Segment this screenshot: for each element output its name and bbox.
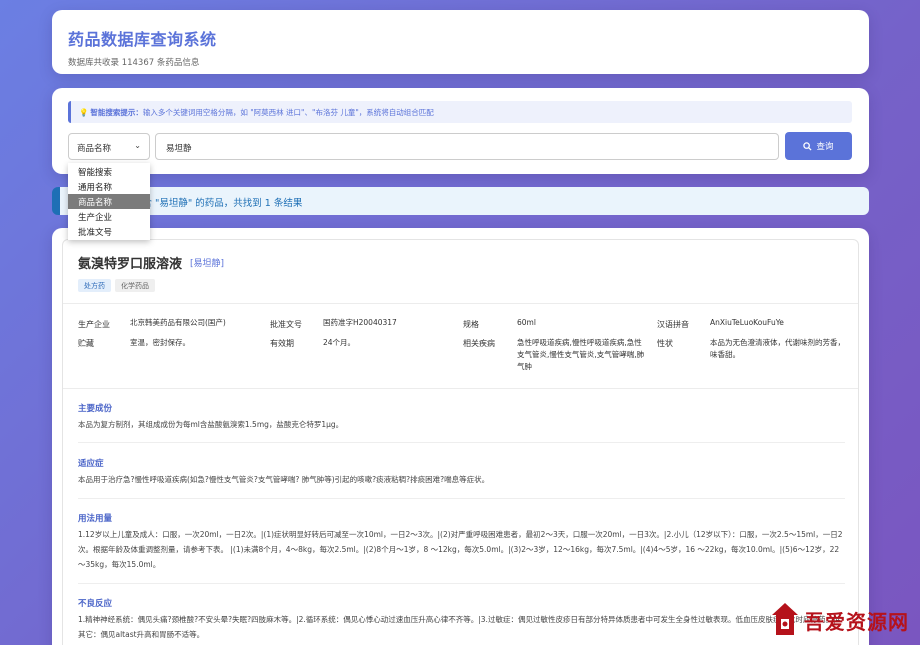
storage-value: 室温，密封保存。	[130, 338, 190, 347]
dropdown-option[interactable]: 批准文号	[68, 224, 150, 239]
tip-text: 输入多个关键词用空格分隔，如 "阿莫西林 进口"、"布洛芬 儿童"，系统将自动组…	[142, 108, 434, 117]
divider	[78, 442, 845, 443]
tip-label: 智能搜索提示：	[90, 108, 143, 117]
divider	[78, 498, 845, 499]
section-title-dosage: 用法用量	[78, 514, 113, 524]
divider	[78, 583, 845, 584]
search-input-value: 易坦静	[166, 144, 192, 154]
database-count: 数据库共收录 114367 条药品信息	[68, 58, 200, 68]
storage-label: 贮藏	[78, 339, 94, 348]
spec-label: 规格	[463, 320, 479, 329]
approval-label: 批准文号	[270, 320, 302, 329]
dropdown-option[interactable]: 生产企业	[68, 209, 150, 224]
watermark-house-icon	[772, 602, 798, 635]
section-title-ingredients: 主要成份	[78, 404, 113, 414]
spec-value: 60ml	[517, 318, 536, 327]
drug-detail-card: 氨溴特罗口服溶液 [易坦静] 处方药 化学药品 生产企业 北京韩美药品有限公司(…	[52, 228, 869, 645]
search-icon	[803, 141, 813, 151]
dropdown-option-selected[interactable]: 商品名称	[68, 194, 150, 209]
search-button-label: 查询	[816, 142, 834, 152]
dropdown-option[interactable]: 智能搜索	[68, 164, 150, 179]
watermark-logo: 吾爱资源网	[770, 596, 920, 645]
dropdown-option[interactable]: 通用名称	[68, 179, 150, 194]
tag-category: 化学药品	[115, 279, 155, 292]
section-text-adverse: 1.精神神经系统：偶见头痛?颈椎酸?不安头晕?失眠?四肢麻木等。|2.循环系统：…	[78, 615, 843, 639]
section-text-indications: 本品用于治疗急?慢性呼吸道疾病(如急?慢性支气管炎?支气管哮喘? 肺气肿等)引起…	[78, 475, 490, 484]
result-summary: 找到商品名称包含 "易坦静" 的药品，共找到 1 条结果	[52, 187, 869, 215]
section-title-indications: 适应症	[78, 459, 104, 469]
manufacturer-value: 北京韩美药品有限公司(国产)	[130, 318, 226, 327]
select-value: 商品名称	[77, 144, 112, 154]
pinyin-label: 汉语拼音	[657, 320, 689, 329]
drug-detail-panel: 氨溴特罗口服溶液 [易坦静] 处方药 化学药品 生产企业 北京韩美药品有限公司(…	[62, 239, 859, 645]
header-card: 药品数据库查询系统 数据库共收录 114367 条药品信息	[52, 10, 869, 74]
property-value: 本品为无色澄清液体，代谢味剂的芳香，味香甜。	[710, 338, 845, 359]
drug-name: 氨溴特罗口服溶液	[78, 257, 183, 272]
validity-value: 24个月。	[323, 338, 356, 347]
pinyin-value: AnXiuTeLuoKouFuYe	[710, 318, 784, 327]
page-title: 药品数据库查询系统	[68, 30, 217, 49]
section-title-adverse: 不良反应	[78, 599, 113, 609]
search-card: 💡 智能搜索提示：输入多个关键词用空格分隔，如 "阿莫西林 进口"、"布洛芬 儿童…	[52, 88, 869, 174]
disease-value: 急性呼吸道疾病,慢性呼吸道疾病,急性支气管炎,慢性支气管炎,支气管哮喘,肺气肿	[517, 338, 645, 371]
drug-trade-name: [易坦静]	[190, 259, 225, 269]
search-type-select[interactable]: 商品名称 ⌄	[68, 133, 150, 160]
validity-label: 有效期	[270, 339, 294, 348]
property-label: 性状	[657, 339, 673, 348]
divider	[63, 388, 858, 389]
section-text-dosage: 1.12岁以上儿童及成人：口服，一次20ml，一日2次。|(1)症状明显好转后可…	[78, 530, 843, 569]
watermark-text: 吾爱资源网	[804, 610, 909, 634]
approval-value: 国药准字H20040317	[323, 318, 397, 327]
chevron-down-icon: ⌄	[134, 141, 141, 150]
divider	[63, 303, 858, 304]
manufacturer-label: 生产企业	[78, 320, 110, 329]
search-button[interactable]: 查询	[785, 132, 852, 160]
section-text-ingredients: 本品为复方制剂，其组成成份为每ml含盐酸氨溴索1.5mg，盐酸克仑特罗1μg。	[78, 420, 344, 429]
tag-prescription: 处方药	[78, 279, 111, 292]
search-tip: 💡 智能搜索提示：输入多个关键词用空格分隔，如 "阿莫西林 进口"、"布洛芬 儿童…	[68, 101, 852, 123]
search-type-dropdown: 智能搜索 通用名称 商品名称 生产企业 批准文号	[68, 163, 150, 240]
lightbulb-icon: 💡	[79, 108, 89, 117]
search-input[interactable]: 易坦静	[155, 133, 779, 160]
disease-label: 相关疾病	[463, 339, 495, 348]
